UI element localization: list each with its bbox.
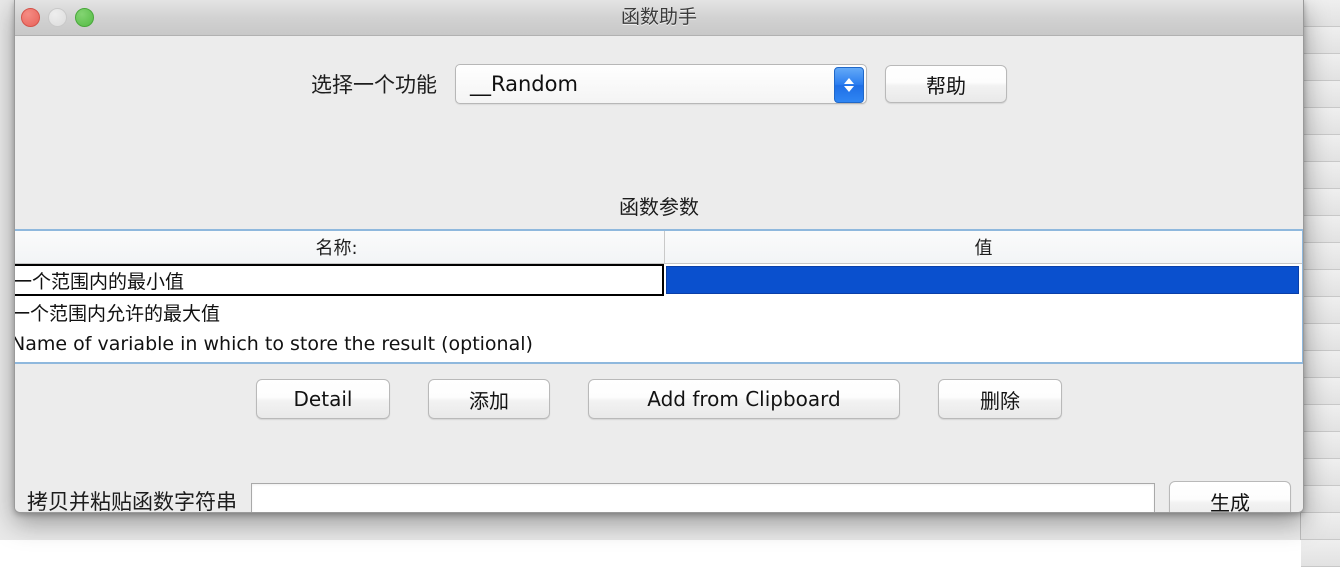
background-window-table-rows bbox=[1300, 0, 1340, 540]
background-row bbox=[1301, 135, 1340, 162]
function-string-row: 拷贝并粘贴函数字符串 生成 bbox=[15, 481, 1303, 513]
dialog-body: 选择一个功能 __Random 帮助 函数参数 名称: 值 一个范围内的最小值 bbox=[15, 36, 1303, 512]
table-row[interactable]: 一个范围内的最小值 bbox=[14, 264, 1302, 296]
background-row bbox=[1301, 216, 1340, 243]
table-row[interactable]: Name of variable in which to store the r… bbox=[14, 328, 1302, 360]
background-row bbox=[1301, 162, 1340, 189]
background-row bbox=[1301, 405, 1340, 432]
background-row bbox=[1301, 0, 1340, 27]
background-row bbox=[1301, 486, 1340, 513]
param-name-cell[interactable]: 一个范围内允许的最大值 bbox=[14, 296, 664, 328]
minimize-button[interactable] bbox=[48, 8, 67, 27]
window-titlebar[interactable]: 函数助手 bbox=[15, 0, 1303, 36]
chevron-up-icon bbox=[844, 78, 854, 84]
param-value-cell[interactable] bbox=[664, 328, 1302, 360]
background-row bbox=[1301, 540, 1340, 567]
background-row bbox=[1301, 351, 1340, 378]
table-row[interactable]: 一个范围内允许的最大值 bbox=[14, 296, 1302, 328]
param-name-cell[interactable]: Name of variable in which to store the r… bbox=[14, 328, 664, 360]
parameters-section-title: 函数参数 bbox=[15, 191, 1303, 220]
background-row bbox=[1301, 54, 1340, 81]
chevron-up-down-icon[interactable] bbox=[834, 67, 864, 103]
function-parameters-table[interactable]: 名称: 值 一个范围内的最小值 一个范围内允许的最大值 Name of vari… bbox=[14, 229, 1304, 364]
add-button[interactable]: 添加 bbox=[428, 379, 550, 419]
column-header-name[interactable]: 名称: bbox=[14, 231, 665, 263]
background-row bbox=[1301, 432, 1340, 459]
function-select-combobox[interactable]: __Random bbox=[455, 64, 867, 104]
function-select-row: 选择一个功能 __Random 帮助 bbox=[15, 64, 1303, 104]
window-title: 函数助手 bbox=[15, 0, 1303, 35]
param-value-cell[interactable] bbox=[666, 266, 1299, 294]
add-from-clipboard-button[interactable]: Add from Clipboard bbox=[588, 379, 900, 419]
background-row bbox=[1301, 108, 1340, 135]
table-header-row: 名称: 值 bbox=[14, 231, 1302, 264]
background-row bbox=[1301, 378, 1340, 405]
help-button[interactable]: 帮助 bbox=[885, 65, 1007, 103]
window-controls bbox=[21, 8, 94, 27]
action-button-row: Detail 添加 Add from Clipboard 删除 bbox=[15, 379, 1303, 419]
detail-button[interactable]: Detail bbox=[256, 379, 390, 419]
column-header-value[interactable]: 值 bbox=[665, 231, 1302, 263]
param-name-cell[interactable]: 一个范围内的最小值 bbox=[14, 264, 664, 296]
background-row bbox=[1301, 27, 1340, 54]
function-select-value: __Random bbox=[456, 72, 578, 96]
function-string-input[interactable] bbox=[251, 483, 1155, 513]
close-button[interactable] bbox=[21, 8, 40, 27]
generate-button[interactable]: 生成 bbox=[1169, 481, 1291, 513]
background-row bbox=[1301, 189, 1340, 216]
function-select-label: 选择一个功能 bbox=[311, 69, 437, 99]
background-row bbox=[1301, 81, 1340, 108]
delete-button[interactable]: 删除 bbox=[938, 379, 1062, 419]
zoom-button[interactable] bbox=[75, 8, 94, 27]
function-string-label: 拷贝并粘贴函数字符串 bbox=[27, 486, 237, 513]
background-row bbox=[1301, 270, 1340, 297]
background-row bbox=[1301, 297, 1340, 324]
function-helper-dialog: 函数助手 选择一个功能 __Random 帮助 函数参数 名称: 值 一个范围内… bbox=[14, 0, 1304, 513]
param-value-cell[interactable] bbox=[664, 296, 1302, 328]
background-row bbox=[1301, 459, 1340, 486]
background-row bbox=[1301, 324, 1340, 351]
chevron-down-icon bbox=[844, 86, 854, 92]
background-row bbox=[1301, 513, 1340, 540]
background-row bbox=[1301, 243, 1340, 270]
